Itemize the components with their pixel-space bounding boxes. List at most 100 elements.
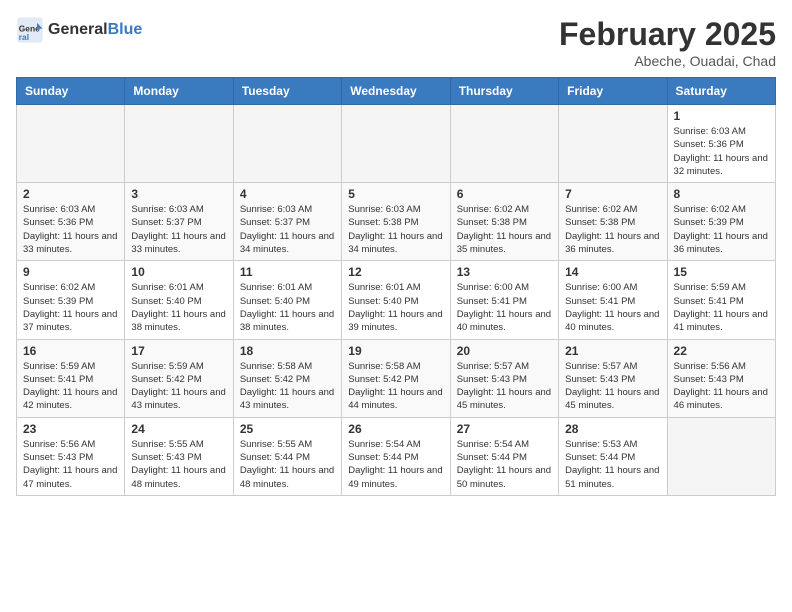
day-info: Sunrise: 5:58 AM Sunset: 5:42 PM Dayligh…: [348, 360, 443, 413]
weekday-header-monday: Monday: [125, 78, 233, 105]
calendar-day-cell: 7 Sunrise: 6:02 AM Sunset: 5:38 PM Daylig…: [559, 183, 667, 261]
day-number: 28: [565, 422, 660, 436]
day-number: 20: [457, 344, 552, 358]
day-number: 3: [131, 187, 226, 201]
weekday-header-thursday: Thursday: [450, 78, 558, 105]
day-number: 22: [674, 344, 769, 358]
calendar-day-cell: 17 Sunrise: 5:59 AM Sunset: 5:42 PM Dayli…: [125, 339, 233, 417]
day-info: Sunrise: 6:02 AM Sunset: 5:39 PM Dayligh…: [674, 203, 769, 256]
day-number: 6: [457, 187, 552, 201]
day-number: 9: [23, 265, 118, 279]
day-info: Sunrise: 5:56 AM Sunset: 5:43 PM Dayligh…: [23, 438, 118, 491]
calendar-day-cell: 9 Sunrise: 6:02 AM Sunset: 5:39 PM Daylig…: [17, 261, 125, 339]
svg-text:ral: ral: [19, 32, 29, 42]
weekday-header-row: SundayMondayTuesdayWednesdayThursdayFrid…: [17, 78, 776, 105]
logo: Gene ral GeneralBlue: [16, 16, 142, 44]
calendar-day-cell: 3Sunrise: 6:03 AM Sunset: 5:37 PM Daylig…: [125, 183, 233, 261]
calendar-day-cell: 14 Sunrise: 6:00 AM Sunset: 5:41 PM Dayli…: [559, 261, 667, 339]
day-info: Sunrise: 6:03 AM Sunset: 5:36 PM Dayligh…: [23, 203, 118, 256]
day-info: Sunrise: 6:00 AM Sunset: 5:41 PM Dayligh…: [457, 281, 552, 334]
day-info: Sunrise: 5:57 AM Sunset: 5:43 PM Dayligh…: [457, 360, 552, 413]
calendar-day-cell: [233, 105, 341, 183]
day-info: Sunrise: 5:59 AM Sunset: 5:42 PM Dayligh…: [131, 360, 226, 413]
calendar-day-cell: [17, 105, 125, 183]
calendar-day-cell: 4Sunrise: 6:03 AM Sunset: 5:37 PM Daylig…: [233, 183, 341, 261]
day-number: 19: [348, 344, 443, 358]
calendar-week-row: 23 Sunrise: 5:56 AM Sunset: 5:43 PM Dayli…: [17, 417, 776, 495]
calendar-day-cell: [125, 105, 233, 183]
day-info: Sunrise: 5:55 AM Sunset: 5:43 PM Dayligh…: [131, 438, 226, 491]
day-number: 2: [23, 187, 118, 201]
calendar-day-cell: 10 Sunrise: 6:01 AM Sunset: 5:40 PM Dayli…: [125, 261, 233, 339]
calendar-week-row: 9 Sunrise: 6:02 AM Sunset: 5:39 PM Daylig…: [17, 261, 776, 339]
day-info: Sunrise: 6:03 AM Sunset: 5:38 PM Dayligh…: [348, 203, 443, 256]
day-number: 21: [565, 344, 660, 358]
day-info: Sunrise: 6:01 AM Sunset: 5:40 PM Dayligh…: [131, 281, 226, 334]
calendar-day-cell: [667, 417, 775, 495]
calendar-day-cell: 6 Sunrise: 6:02 AM Sunset: 5:38 PM Daylig…: [450, 183, 558, 261]
day-info: Sunrise: 5:59 AM Sunset: 5:41 PM Dayligh…: [674, 281, 769, 334]
calendar-day-cell: 15 Sunrise: 5:59 AM Sunset: 5:41 PM Dayli…: [667, 261, 775, 339]
weekday-header-tuesday: Tuesday: [233, 78, 341, 105]
day-number: 13: [457, 265, 552, 279]
day-info: Sunrise: 6:03 AM Sunset: 5:37 PM Dayligh…: [240, 203, 335, 256]
weekday-header-saturday: Saturday: [667, 78, 775, 105]
day-number: 7: [565, 187, 660, 201]
day-number: 17: [131, 344, 226, 358]
day-number: 27: [457, 422, 552, 436]
day-number: 23: [23, 422, 118, 436]
day-info: Sunrise: 6:02 AM Sunset: 5:38 PM Dayligh…: [457, 203, 552, 256]
day-number: 24: [131, 422, 226, 436]
calendar-day-cell: 2 Sunrise: 6:03 AM Sunset: 5:36 PM Daylig…: [17, 183, 125, 261]
day-info: Sunrise: 6:01 AM Sunset: 5:40 PM Dayligh…: [348, 281, 443, 334]
logo-general: General: [48, 21, 108, 38]
day-number: 14: [565, 265, 660, 279]
calendar-day-cell: [342, 105, 450, 183]
calendar-day-cell: [559, 105, 667, 183]
location: Abeche, Ouadai, Chad: [559, 53, 776, 69]
day-info: Sunrise: 5:57 AM Sunset: 5:43 PM Dayligh…: [565, 360, 660, 413]
weekday-header-wednesday: Wednesday: [342, 78, 450, 105]
day-info: Sunrise: 5:58 AM Sunset: 5:42 PM Dayligh…: [240, 360, 335, 413]
day-number: 15: [674, 265, 769, 279]
day-number: 25: [240, 422, 335, 436]
calendar-day-cell: 1 Sunrise: 6:03 AM Sunset: 5:36 PM Daylig…: [667, 105, 775, 183]
page-header: Gene ral GeneralBlue February 2025 Abech…: [16, 16, 776, 69]
day-info: Sunrise: 5:54 AM Sunset: 5:44 PM Dayligh…: [348, 438, 443, 491]
day-info: Sunrise: 6:03 AM Sunset: 5:36 PM Dayligh…: [674, 125, 769, 178]
calendar-week-row: 2 Sunrise: 6:03 AM Sunset: 5:36 PM Daylig…: [17, 183, 776, 261]
calendar-day-cell: 8Sunrise: 6:02 AM Sunset: 5:39 PM Daylig…: [667, 183, 775, 261]
calendar-day-cell: 19 Sunrise: 5:58 AM Sunset: 5:42 PM Dayli…: [342, 339, 450, 417]
calendar-day-cell: 18 Sunrise: 5:58 AM Sunset: 5:42 PM Dayli…: [233, 339, 341, 417]
logo-blue: Blue: [108, 21, 143, 38]
calendar-day-cell: 12Sunrise: 6:01 AM Sunset: 5:40 PM Dayli…: [342, 261, 450, 339]
day-number: 1: [674, 109, 769, 123]
calendar-day-cell: 13 Sunrise: 6:00 AM Sunset: 5:41 PM Dayli…: [450, 261, 558, 339]
day-info: Sunrise: 5:59 AM Sunset: 5:41 PM Dayligh…: [23, 360, 118, 413]
day-info: Sunrise: 5:56 AM Sunset: 5:43 PM Dayligh…: [674, 360, 769, 413]
day-number: 5: [348, 187, 443, 201]
day-number: 11: [240, 265, 335, 279]
weekday-header-friday: Friday: [559, 78, 667, 105]
calendar-week-row: 1 Sunrise: 6:03 AM Sunset: 5:36 PM Daylig…: [17, 105, 776, 183]
calendar-day-cell: [450, 105, 558, 183]
logo-icon: Gene ral: [16, 16, 44, 44]
day-info: Sunrise: 5:55 AM Sunset: 5:44 PM Dayligh…: [240, 438, 335, 491]
calendar-day-cell: 24 Sunrise: 5:55 AM Sunset: 5:43 PM Dayli…: [125, 417, 233, 495]
day-info: Sunrise: 6:02 AM Sunset: 5:39 PM Dayligh…: [23, 281, 118, 334]
calendar-day-cell: 21 Sunrise: 5:57 AM Sunset: 5:43 PM Dayli…: [559, 339, 667, 417]
title-block: February 2025 Abeche, Ouadai, Chad: [559, 16, 776, 69]
calendar-day-cell: 11Sunrise: 6:01 AM Sunset: 5:40 PM Dayli…: [233, 261, 341, 339]
calendar-day-cell: 23 Sunrise: 5:56 AM Sunset: 5:43 PM Dayli…: [17, 417, 125, 495]
day-info: Sunrise: 5:54 AM Sunset: 5:44 PM Dayligh…: [457, 438, 552, 491]
calendar-table: SundayMondayTuesdayWednesdayThursdayFrid…: [16, 77, 776, 496]
day-number: 18: [240, 344, 335, 358]
day-number: 10: [131, 265, 226, 279]
day-info: Sunrise: 6:00 AM Sunset: 5:41 PM Dayligh…: [565, 281, 660, 334]
day-info: Sunrise: 6:02 AM Sunset: 5:38 PM Dayligh…: [565, 203, 660, 256]
calendar-day-cell: 16Sunrise: 5:59 AM Sunset: 5:41 PM Dayli…: [17, 339, 125, 417]
calendar-day-cell: 27 Sunrise: 5:54 AM Sunset: 5:44 PM Dayli…: [450, 417, 558, 495]
calendar-day-cell: 5 Sunrise: 6:03 AM Sunset: 5:38 PM Daylig…: [342, 183, 450, 261]
calendar-day-cell: 25 Sunrise: 5:55 AM Sunset: 5:44 PM Dayli…: [233, 417, 341, 495]
calendar-day-cell: 26Sunrise: 5:54 AM Sunset: 5:44 PM Dayli…: [342, 417, 450, 495]
